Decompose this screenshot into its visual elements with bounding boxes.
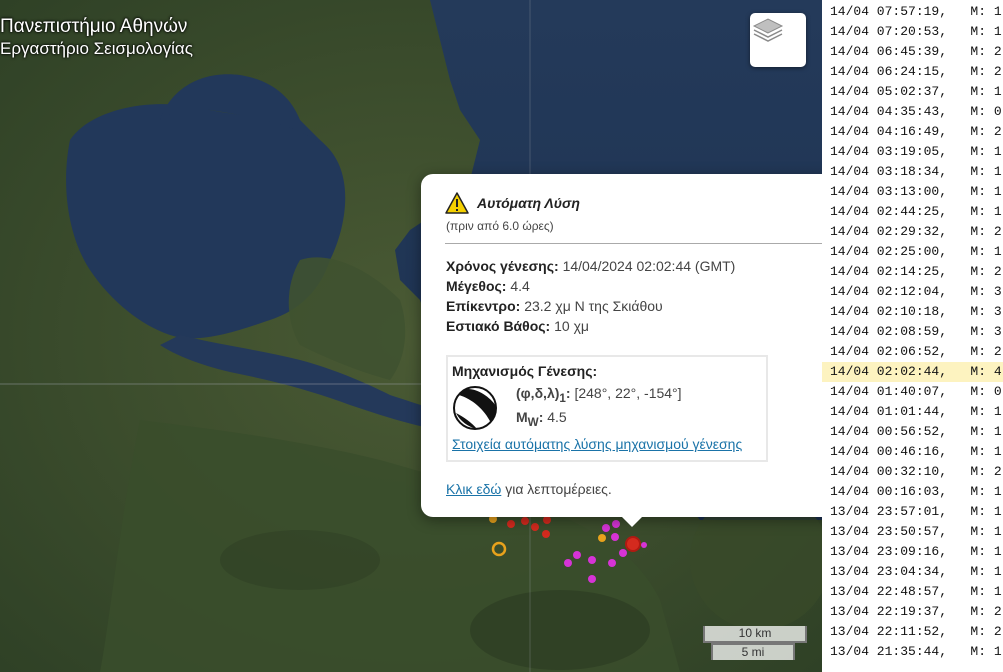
marker-purple[interactable] bbox=[611, 533, 619, 541]
event-row[interactable]: 14/04 03:13:00, M: 1.4 bbox=[822, 182, 1003, 202]
event-row[interactable]: 13/04 22:19:37, M: 2.1 bbox=[822, 602, 1003, 622]
epicenter-value: 23.2 χμ N της Σκιάθου bbox=[524, 298, 663, 314]
marker-red[interactable] bbox=[507, 520, 515, 528]
mechanism-details-link[interactable]: Στοιχεία αυτόματης λύσης μηχανισμού γένε… bbox=[452, 436, 742, 452]
event-row[interactable]: 14/04 03:18:34, M: 1.4 bbox=[822, 162, 1003, 182]
depth-label: Εστιακό Βάθος: bbox=[446, 318, 551, 334]
event-list[interactable]: 14/04 07:57:19, M: 1.7 14/04 07:20:53, M:… bbox=[822, 0, 1003, 672]
earthquake-popup: Αυτόματη Λύση (πριν από 6.0 ώρες) Χρόνος… bbox=[421, 174, 841, 517]
depth-row: Εστιακό Βάθος: 10 χμ bbox=[446, 316, 735, 336]
event-row[interactable]: 14/04 02:29:32, M: 2.4 bbox=[822, 222, 1003, 242]
event-row[interactable]: 13/04 22:11:52, M: 2.1 bbox=[822, 622, 1003, 642]
marker-purple[interactable] bbox=[588, 556, 596, 564]
event-row[interactable]: 14/04 03:19:05, M: 1.3 bbox=[822, 142, 1003, 162]
scale-km: 10 km bbox=[703, 626, 807, 643]
event-row[interactable]: 14/04 02:14:25, M: 2.5 bbox=[822, 262, 1003, 282]
event-row[interactable]: 14/04 02:25:00, M: 1.9 bbox=[822, 242, 1003, 262]
marker-purple[interactable] bbox=[564, 559, 572, 567]
beachball-icon bbox=[453, 386, 497, 430]
event-row[interactable]: 14/04 02:12:04, M: 3.0 bbox=[822, 282, 1003, 302]
scale-bar: 10 km 5 mi bbox=[703, 626, 807, 660]
mw-value: 4.5 bbox=[547, 409, 567, 425]
event-row[interactable]: 14/04 06:45:39, M: 2.3 bbox=[822, 42, 1003, 62]
marker-purple[interactable] bbox=[612, 520, 620, 528]
event-row[interactable]: 13/04 23:57:01, M: 1.3 bbox=[822, 502, 1003, 522]
marker-red[interactable] bbox=[543, 516, 551, 524]
event-row[interactable]: 14/04 00:46:16, M: 1.0 bbox=[822, 442, 1003, 462]
event-row[interactable]: 14/04 04:16:49, M: 2.0 bbox=[822, 122, 1003, 142]
mw-label: M bbox=[516, 409, 528, 425]
event-row[interactable]: 13/04 23:50:57, M: 1.1 bbox=[822, 522, 1003, 542]
event-row[interactable]: 14/04 02:06:52, M: 2.6 bbox=[822, 342, 1003, 362]
origin-time-label: Χρόνος γένεσης: bbox=[446, 258, 559, 274]
details-row: Κλικ εδώ για λεπτομέρειες. bbox=[446, 481, 612, 497]
epicenter-label: Επίκεντρο: bbox=[446, 298, 521, 314]
mechanism-angles: (φ,δ,λ)1: [248°, 22°, -154°] bbox=[516, 385, 682, 405]
event-row[interactable]: 14/04 00:56:52, M: 1.1 bbox=[822, 422, 1003, 442]
map-title: Πανεπιστήμιο Αθηνών Εργαστήριο Σεισμολογ… bbox=[0, 16, 193, 60]
depth-value: 10 χμ bbox=[554, 318, 590, 334]
event-row[interactable]: 14/04 05:02:37, M: 1.7 bbox=[822, 82, 1003, 102]
marker-purple[interactable] bbox=[588, 575, 596, 583]
marker-purple[interactable] bbox=[602, 524, 610, 532]
event-row[interactable]: 14/04 00:16:03, M: 1.1 bbox=[822, 482, 1003, 502]
mw-sub: W bbox=[527, 415, 539, 429]
layers-icon bbox=[752, 18, 784, 42]
event-row[interactable]: 14/04 07:57:19, M: 1.7 bbox=[822, 2, 1003, 22]
marker-purple[interactable] bbox=[573, 551, 581, 559]
origin-time-row: Χρόνος γένεσης: 14/04/2024 02:02:44 (GMT… bbox=[446, 256, 735, 276]
scale-mi: 5 mi bbox=[711, 643, 795, 660]
moment-magnitude: MW: 4.5 bbox=[516, 409, 567, 429]
popup-title: Αυτόματη Λύση bbox=[477, 195, 580, 211]
focal-mechanism-box: Μηχανισμός Γένεσης: (φ,δ,λ)1: [248°, 22°… bbox=[446, 355, 768, 462]
marker-purple[interactable] bbox=[619, 549, 627, 557]
event-row[interactable]: 14/04 02:08:59, M: 3.1 bbox=[822, 322, 1003, 342]
marker-purple[interactable] bbox=[608, 559, 616, 567]
event-row[interactable]: 14/04 01:40:07, M: 0.7 bbox=[822, 382, 1003, 402]
event-row[interactable]: 14/04 02:44:25, M: 1.1 bbox=[822, 202, 1003, 222]
event-row[interactable]: 13/04 23:09:16, M: 1.4 bbox=[822, 542, 1003, 562]
layers-button[interactable] bbox=[750, 13, 806, 67]
origin-time-value: 14/04/2024 02:02:44 (GMT) bbox=[562, 258, 736, 274]
event-row[interactable]: 14/04 04:35:43, M: 0.8 bbox=[822, 102, 1003, 122]
mechanism-heading: Μηχανισμός Γένεσης: bbox=[452, 363, 598, 379]
event-row[interactable]: 14/04 00:32:10, M: 2.2 bbox=[822, 462, 1003, 482]
popup-header: Αυτόματη Λύση bbox=[445, 192, 580, 214]
magnitude-row: Μέγεθος: 4.4 bbox=[446, 276, 735, 296]
marker-selected[interactable] bbox=[625, 536, 641, 552]
event-row[interactable]: 13/04 22:48:57, M: 1.0 bbox=[822, 582, 1003, 602]
divider bbox=[445, 243, 841, 244]
marker-red[interactable] bbox=[531, 523, 539, 531]
event-info: Χρόνος γένεσης: 14/04/2024 02:02:44 (GMT… bbox=[446, 256, 735, 336]
angles-label: (φ,δ,λ) bbox=[516, 385, 560, 401]
details-link[interactable]: Κλικ εδώ bbox=[446, 481, 501, 497]
angles-value: [248°, 22°, -154°] bbox=[574, 385, 682, 401]
marker-orange[interactable] bbox=[598, 534, 606, 542]
magnitude-label: Μέγεθος: bbox=[446, 278, 507, 294]
popup-time-ago: (πριν από 6.0 ώρες) bbox=[446, 219, 554, 233]
details-text: για λεπτομέρειες. bbox=[501, 481, 612, 497]
marker-red[interactable] bbox=[521, 517, 529, 525]
warning-icon bbox=[445, 192, 469, 214]
magnitude-value: 4.4 bbox=[510, 278, 530, 294]
epicenter-row: Επίκεντρο: 23.2 χμ N της Σκιάθου bbox=[446, 296, 735, 316]
event-row[interactable]: 13/04 21:35:44, M: 1.1 bbox=[822, 642, 1003, 662]
event-row[interactable]: 14/04 02:10:18, M: 3.0 bbox=[822, 302, 1003, 322]
event-row[interactable]: 14/04 06:24:15, M: 2.1 bbox=[822, 62, 1003, 82]
marker-purple[interactable] bbox=[641, 542, 647, 548]
event-row[interactable]: 14/04 07:20:53, M: 1.7 bbox=[822, 22, 1003, 42]
popup-tip bbox=[620, 515, 644, 527]
map-title-line1: Πανεπιστήμιο Αθηνών bbox=[0, 16, 188, 37]
event-row[interactable]: 13/04 23:04:34, M: 1.1 bbox=[822, 562, 1003, 582]
event-row[interactable]: 14/04 01:01:44, M: 1.8 bbox=[822, 402, 1003, 422]
event-row-selected[interactable]: 14/04 02:02:44, M: 4.4 bbox=[822, 362, 1003, 382]
map-title-line2: Εργαστήριο Σεισμολογίας bbox=[0, 39, 193, 58]
marker-red[interactable] bbox=[542, 530, 550, 538]
